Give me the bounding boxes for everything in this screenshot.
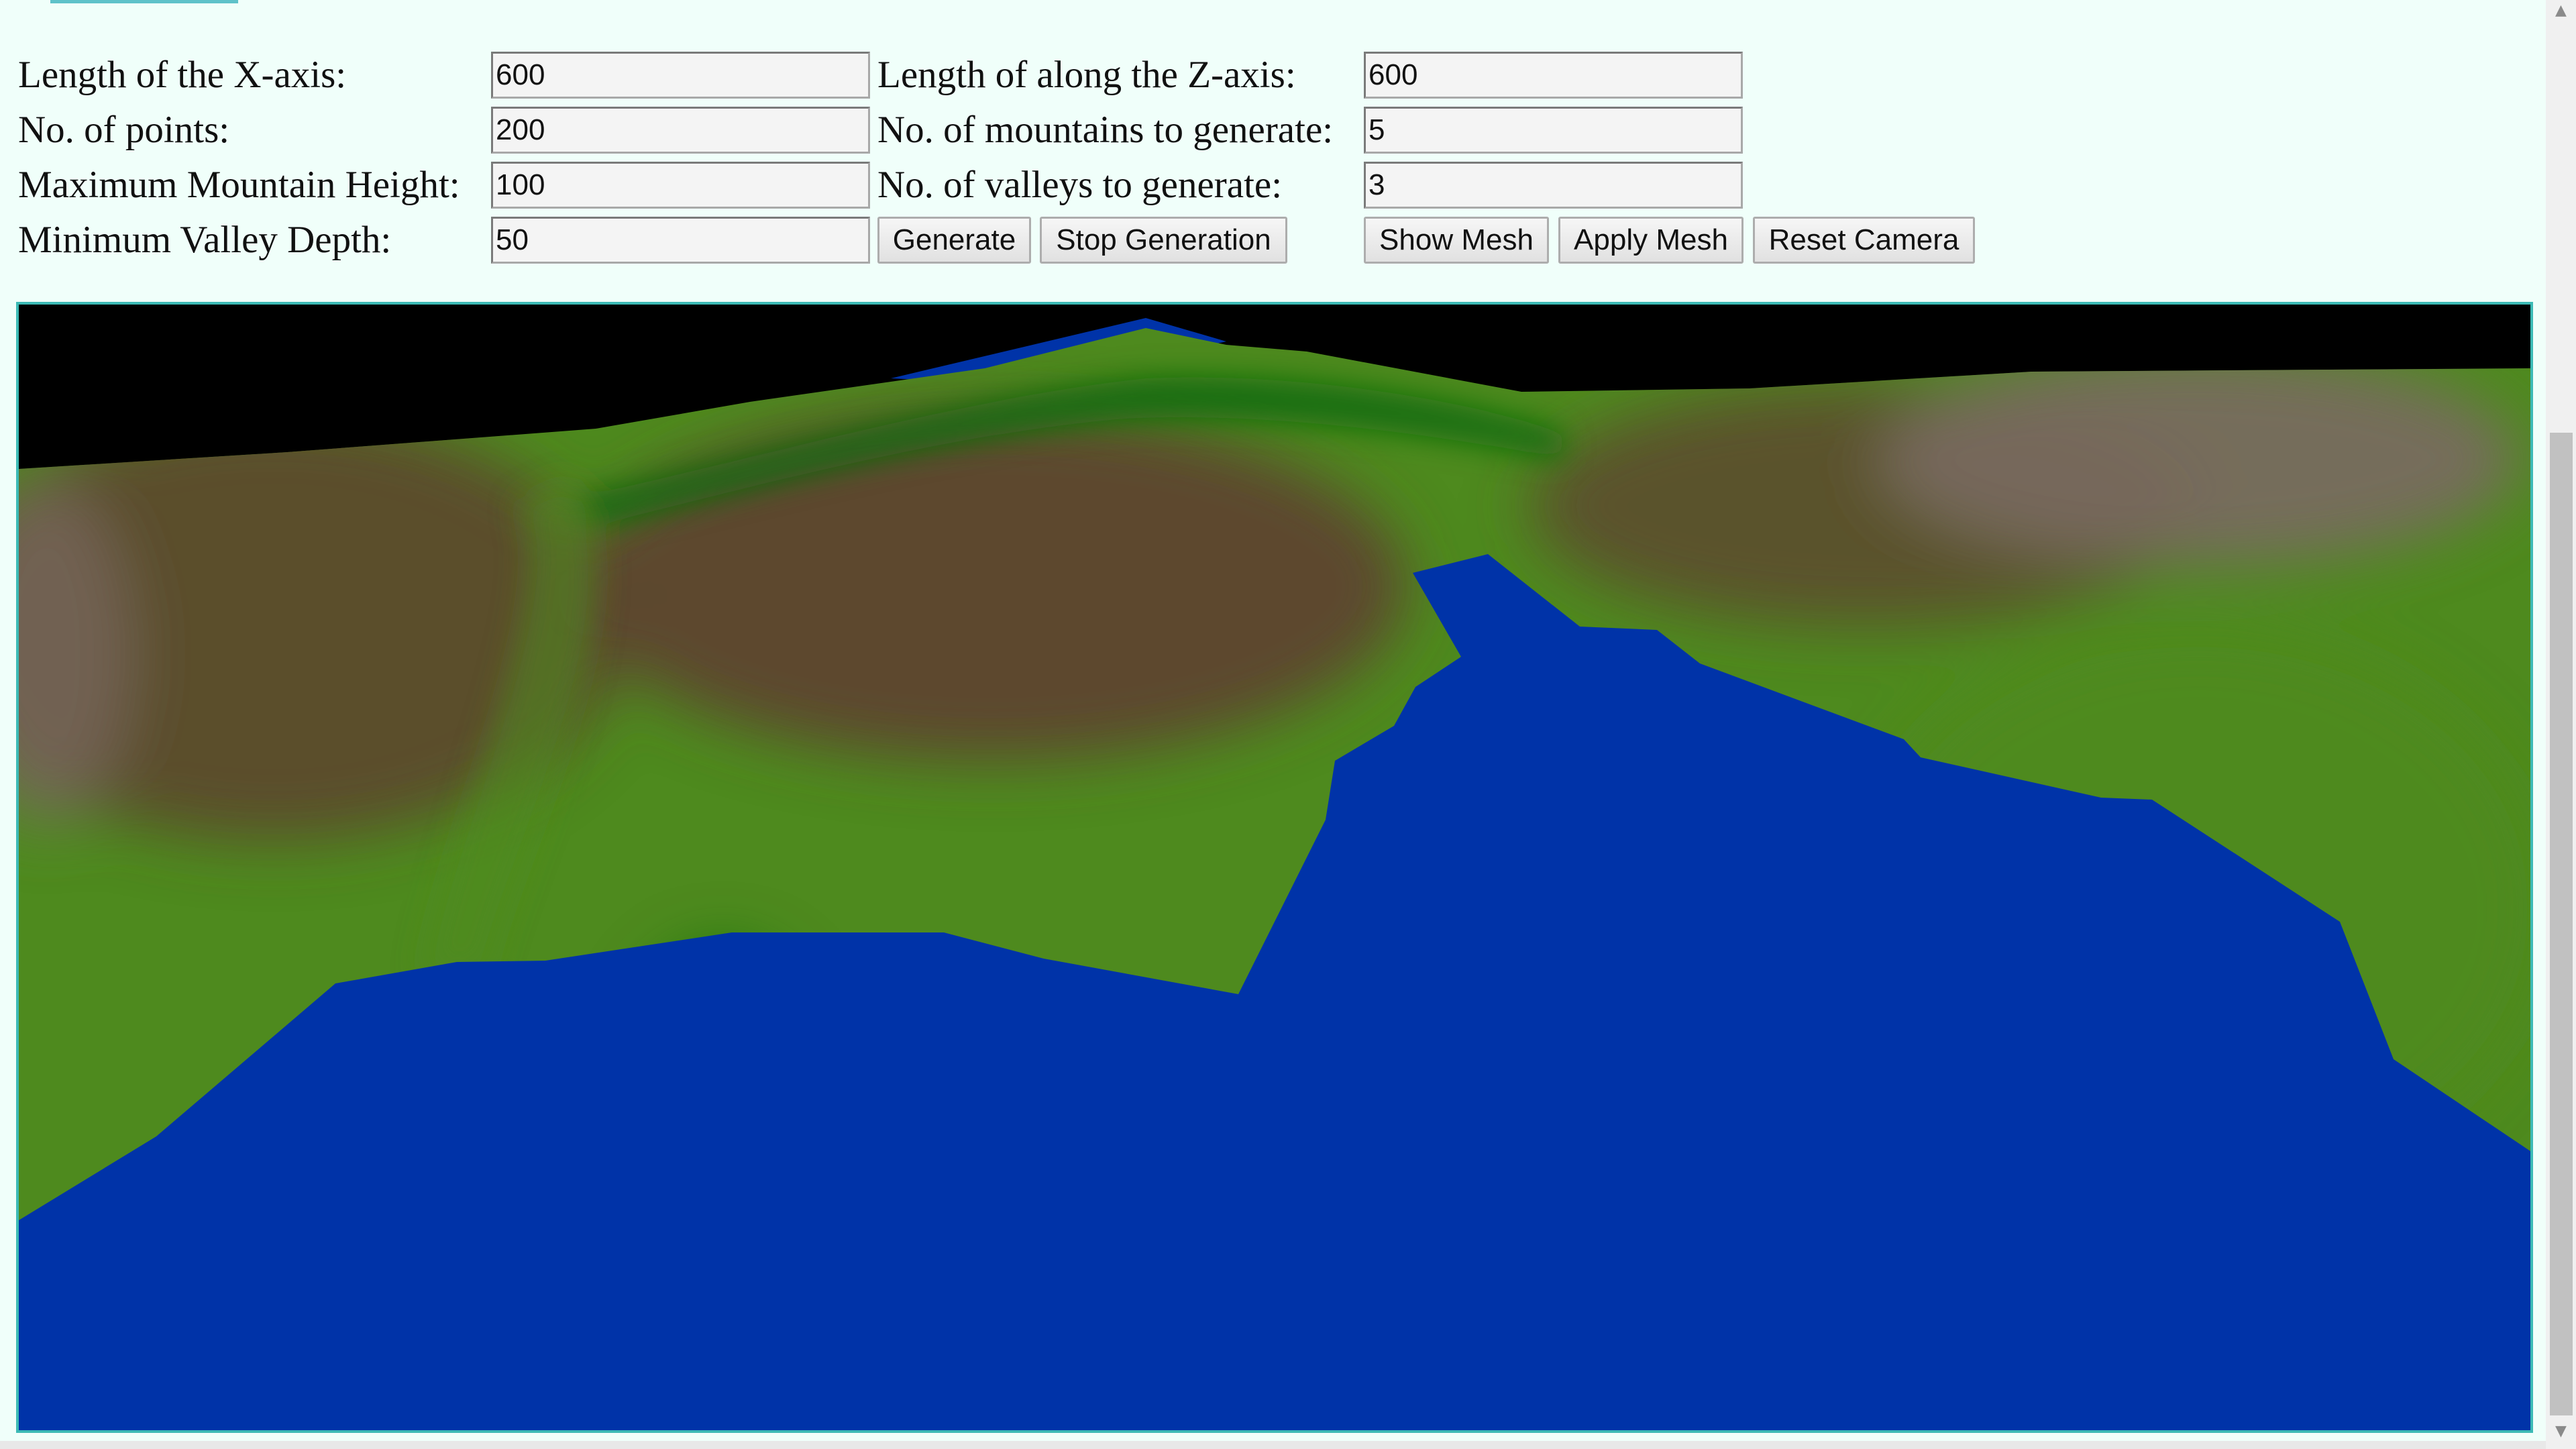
stop-generation-button[interactable]: Stop Generation [1040, 217, 1287, 264]
apply-mesh-button[interactable]: Apply Mesh [1558, 217, 1743, 264]
max-mountain-height-input[interactable] [491, 162, 870, 209]
terrain-viewport[interactable] [16, 302, 2533, 1433]
scroll-down-arrow-icon[interactable]: ▼ [2546, 1421, 2576, 1442]
terrain-generator-page: Length of the X-axis: Length of along th… [0, 0, 2576, 1449]
valleys-count-label: No. of valleys to generate: [877, 164, 1283, 206]
top-accent-bar [50, 0, 238, 3]
reset-camera-button[interactable]: Reset Camera [1753, 217, 1975, 264]
points-count-label: No. of points: [18, 109, 230, 151]
x-axis-length-input[interactable] [491, 52, 870, 99]
mountains-count-label: No. of mountains to generate: [877, 109, 1334, 151]
z-axis-length-label: Length of along the Z-axis: [877, 54, 1296, 96]
bottom-edge [0, 1441, 2546, 1449]
min-valley-depth-input[interactable] [491, 217, 870, 264]
rock-ridge-center [576, 412, 1407, 761]
scrollbar-thumb[interactable] [2550, 433, 2573, 1415]
scroll-up-arrow-icon[interactable]: ▲ [2546, 0, 2576, 21]
z-axis-length-input[interactable] [1364, 52, 1743, 99]
generate-button[interactable]: Generate [877, 217, 1031, 264]
terrain-render[interactable] [19, 305, 2530, 1430]
valleys-count-input[interactable] [1364, 162, 1743, 209]
max-mountain-height-label: Maximum Mountain Height: [18, 164, 460, 206]
x-axis-length-label: Length of the X-axis: [18, 54, 347, 96]
mountains-count-input[interactable] [1364, 107, 1743, 154]
show-mesh-button[interactable]: Show Mesh [1364, 217, 1549, 264]
points-count-input[interactable] [491, 107, 870, 154]
page-scrollbar[interactable]: ▲ ▼ [2546, 0, 2576, 1449]
min-valley-depth-label: Minimum Valley Depth: [18, 219, 392, 261]
peak-far-right [1877, 352, 2521, 566]
